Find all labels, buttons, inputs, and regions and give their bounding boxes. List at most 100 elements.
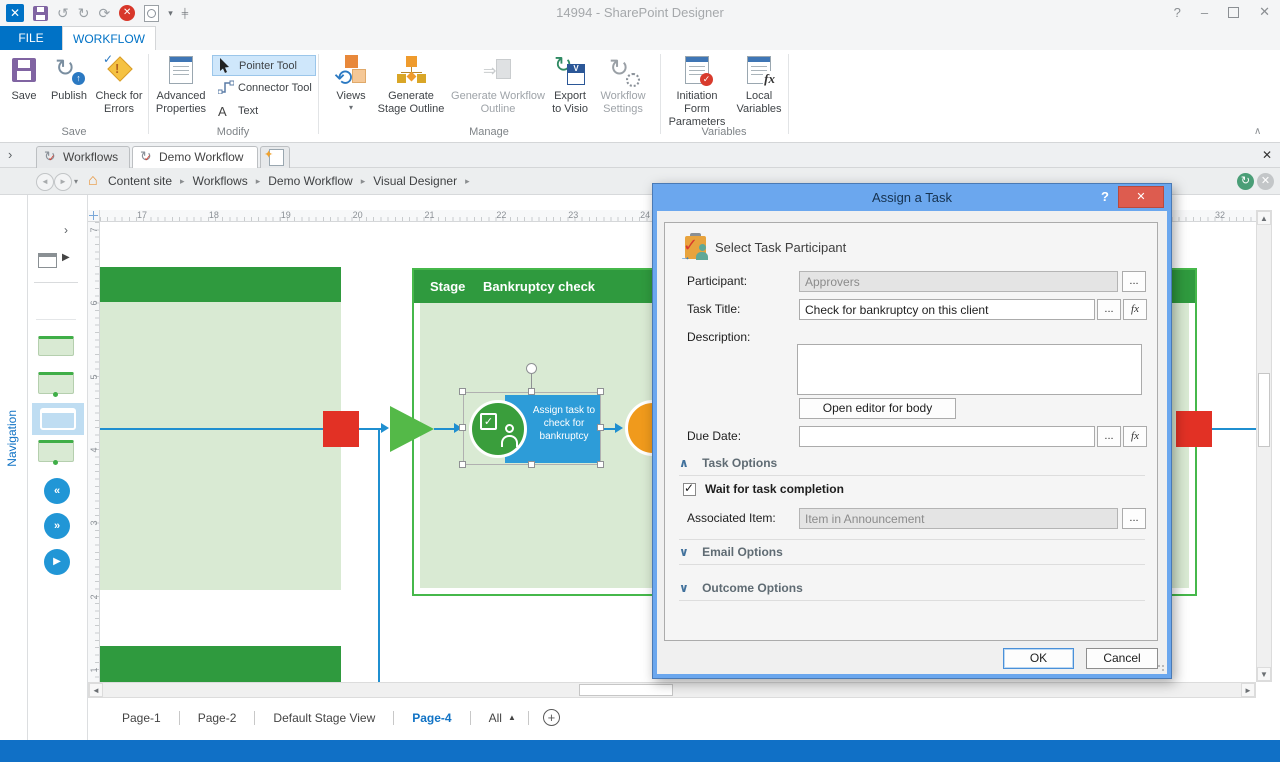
local-variables-button[interactable]: fx Local Variables: [732, 52, 786, 126]
tab-workflow[interactable]: WORKFLOW: [62, 26, 156, 50]
participant-browse-button[interactable]: ...: [1122, 271, 1146, 292]
selection-handle[interactable]: [459, 388, 466, 395]
dialog-help-button[interactable]: ?: [1101, 184, 1109, 210]
refresh-icon[interactable]: ⟳: [98, 5, 110, 21]
stencil-parallel-join-shape[interactable]: »: [44, 513, 70, 539]
cancel-button[interactable]: Cancel: [1086, 648, 1158, 669]
scroll-up-icon[interactable]: ▲: [1257, 211, 1271, 225]
due-date-fx-button[interactable]: fx: [1123, 426, 1147, 447]
redo-icon[interactable]: ↻: [78, 5, 90, 21]
breadcrumb-item-visual-designer[interactable]: Visual Designer: [373, 174, 457, 188]
generate-stage-outline-button[interactable]: Generate Stage Outline: [376, 52, 446, 126]
task-title-input[interactable]: [799, 299, 1095, 320]
add-page-button[interactable]: +: [543, 709, 560, 726]
due-date-input[interactable]: [799, 426, 1095, 447]
open-editor-button[interactable]: Open editor for body: [799, 398, 956, 419]
expand-pane-icon[interactable]: ›: [8, 147, 12, 162]
close-document-icon[interactable]: ✕: [1262, 148, 1272, 162]
scroll-right-icon[interactable]: ►: [1241, 683, 1255, 697]
tab-demo-workflow[interactable]: ↻✓ Demo Workflow *: [132, 146, 258, 168]
close-button[interactable]: ✕: [1259, 4, 1270, 20]
back-button[interactable]: ◄: [36, 173, 54, 191]
stencil-stage-shape[interactable]: [38, 336, 74, 356]
shapes-window-icon[interactable]: [38, 253, 57, 268]
breadcrumb-item-demo-workflow[interactable]: Demo Workflow: [268, 174, 352, 188]
minimize-button[interactable]: –: [1201, 5, 1208, 20]
stencil-stage-with-step-shape[interactable]: [38, 372, 74, 394]
description-textarea[interactable]: [797, 344, 1142, 395]
pointer-tool-button[interactable]: Pointer Tool: [212, 55, 316, 76]
forward-button[interactable]: ►: [54, 173, 72, 191]
resize-grip[interactable]: [1157, 664, 1165, 672]
undo-icon[interactable]: ↺: [57, 5, 69, 21]
task-options-section[interactable]: ∧ Task Options: [679, 456, 777, 470]
page-tab-1[interactable]: Page-1: [104, 711, 179, 725]
stage-exit-shape[interactable]: [1176, 411, 1212, 447]
vertical-scrollbar[interactable]: ▲ ▼: [1256, 210, 1272, 682]
connector-line[interactable]: [100, 428, 323, 430]
associated-item-input[interactable]: [799, 508, 1118, 529]
preview-dropdown-icon[interactable]: ▾: [168, 8, 173, 19]
stage-exit-shape[interactable]: [323, 411, 359, 447]
collapse-ribbon-icon[interactable]: ∧: [1254, 126, 1261, 137]
stencil-stage-with-step-shape[interactable]: [38, 440, 74, 462]
quick-save-icon[interactable]: [33, 6, 48, 21]
outcome-options-section[interactable]: ∨ Outcome Options: [679, 581, 803, 595]
page-tab-2[interactable]: Page-2: [180, 711, 255, 725]
vertical-scrollbar-thumb[interactable]: [1258, 373, 1270, 447]
ok-button[interactable]: OK: [1003, 648, 1074, 669]
page-tab-default-stage-view[interactable]: Default Stage View: [255, 711, 393, 725]
help-button[interactable]: ?: [1174, 5, 1181, 20]
selection-handle[interactable]: [528, 461, 535, 468]
selection-handle[interactable]: [597, 461, 604, 468]
email-options-section[interactable]: ∨ Email Options: [679, 545, 783, 559]
views-button[interactable]: ⟲ Views ▾: [328, 52, 374, 126]
stencil-expand-icon[interactable]: ›: [64, 223, 68, 237]
stage-left-body[interactable]: [100, 302, 341, 590]
selection-handle[interactable]: [459, 461, 466, 468]
dialog-title[interactable]: Assign a Task: [653, 184, 1171, 211]
restore-button[interactable]: [1228, 7, 1239, 18]
stage-enter-shape[interactable]: [390, 406, 434, 452]
stencil-parallel-split-shape[interactable]: «: [44, 478, 70, 504]
selection-handle[interactable]: [597, 388, 604, 395]
associated-item-browse-button[interactable]: ...: [1122, 508, 1146, 529]
horizontal-scrollbar[interactable]: ◄ ►: [88, 682, 1256, 698]
export-to-visio-button[interactable]: ↻V Export to Visio: [550, 52, 590, 126]
connector-line[interactable]: [1212, 428, 1256, 430]
refresh-page-icon[interactable]: ↻: [1237, 173, 1254, 190]
stop-icon[interactable]: ✕: [119, 5, 135, 21]
stage-lower-left-header[interactable]: [100, 646, 341, 682]
advanced-properties-button[interactable]: Advanced Properties: [152, 52, 210, 126]
breadcrumb-item-content-site[interactable]: Content site: [108, 174, 172, 188]
tab-workflows[interactable]: ↻✓ Workflows: [36, 146, 130, 168]
selection-handle[interactable]: [459, 424, 466, 431]
dialog-close-button[interactable]: ✕: [1118, 186, 1164, 208]
horizontal-scrollbar-thumb[interactable]: [579, 684, 673, 696]
customize-toolbar-icon[interactable]: ╪: [182, 8, 188, 18]
scroll-down-icon[interactable]: ▼: [1257, 667, 1271, 681]
task-title-browse-button[interactable]: ...: [1097, 299, 1121, 320]
due-date-browse-button[interactable]: ...: [1097, 426, 1121, 447]
new-tab-button[interactable]: ✦: [260, 146, 290, 168]
breadcrumb-item-workflows[interactable]: Workflows: [193, 174, 248, 188]
participant-input[interactable]: [799, 271, 1118, 292]
stop-page-icon[interactable]: ✕: [1257, 173, 1274, 190]
check-for-errors-button[interactable]: !✓ Check for Errors: [92, 52, 146, 126]
task-title-fx-button[interactable]: fx: [1123, 299, 1147, 320]
tab-file[interactable]: FILE: [0, 26, 62, 50]
app-icon[interactable]: ✕: [6, 4, 24, 22]
preview-icon[interactable]: [144, 5, 159, 22]
breadcrumb-dropdown-icon[interactable]: ▾: [74, 177, 78, 186]
wait-checkbox[interactable]: ✓: [683, 483, 696, 496]
stage-left-header[interactable]: [100, 267, 341, 302]
scroll-left-icon[interactable]: ◄: [89, 683, 103, 697]
home-icon[interactable]: ⌂: [88, 172, 98, 190]
publish-button[interactable]: ↻↑ Publish: [46, 52, 92, 126]
stencil-selected-shape[interactable]: [32, 403, 84, 435]
text-tool-button[interactable]: A Text: [212, 101, 316, 122]
shapes-window-dropdown-icon[interactable]: ▶: [62, 252, 70, 263]
page-tab-4[interactable]: Page-4: [394, 711, 469, 725]
connector-tool-button[interactable]: Connector Tool: [212, 78, 316, 99]
save-button[interactable]: Save: [2, 52, 46, 126]
